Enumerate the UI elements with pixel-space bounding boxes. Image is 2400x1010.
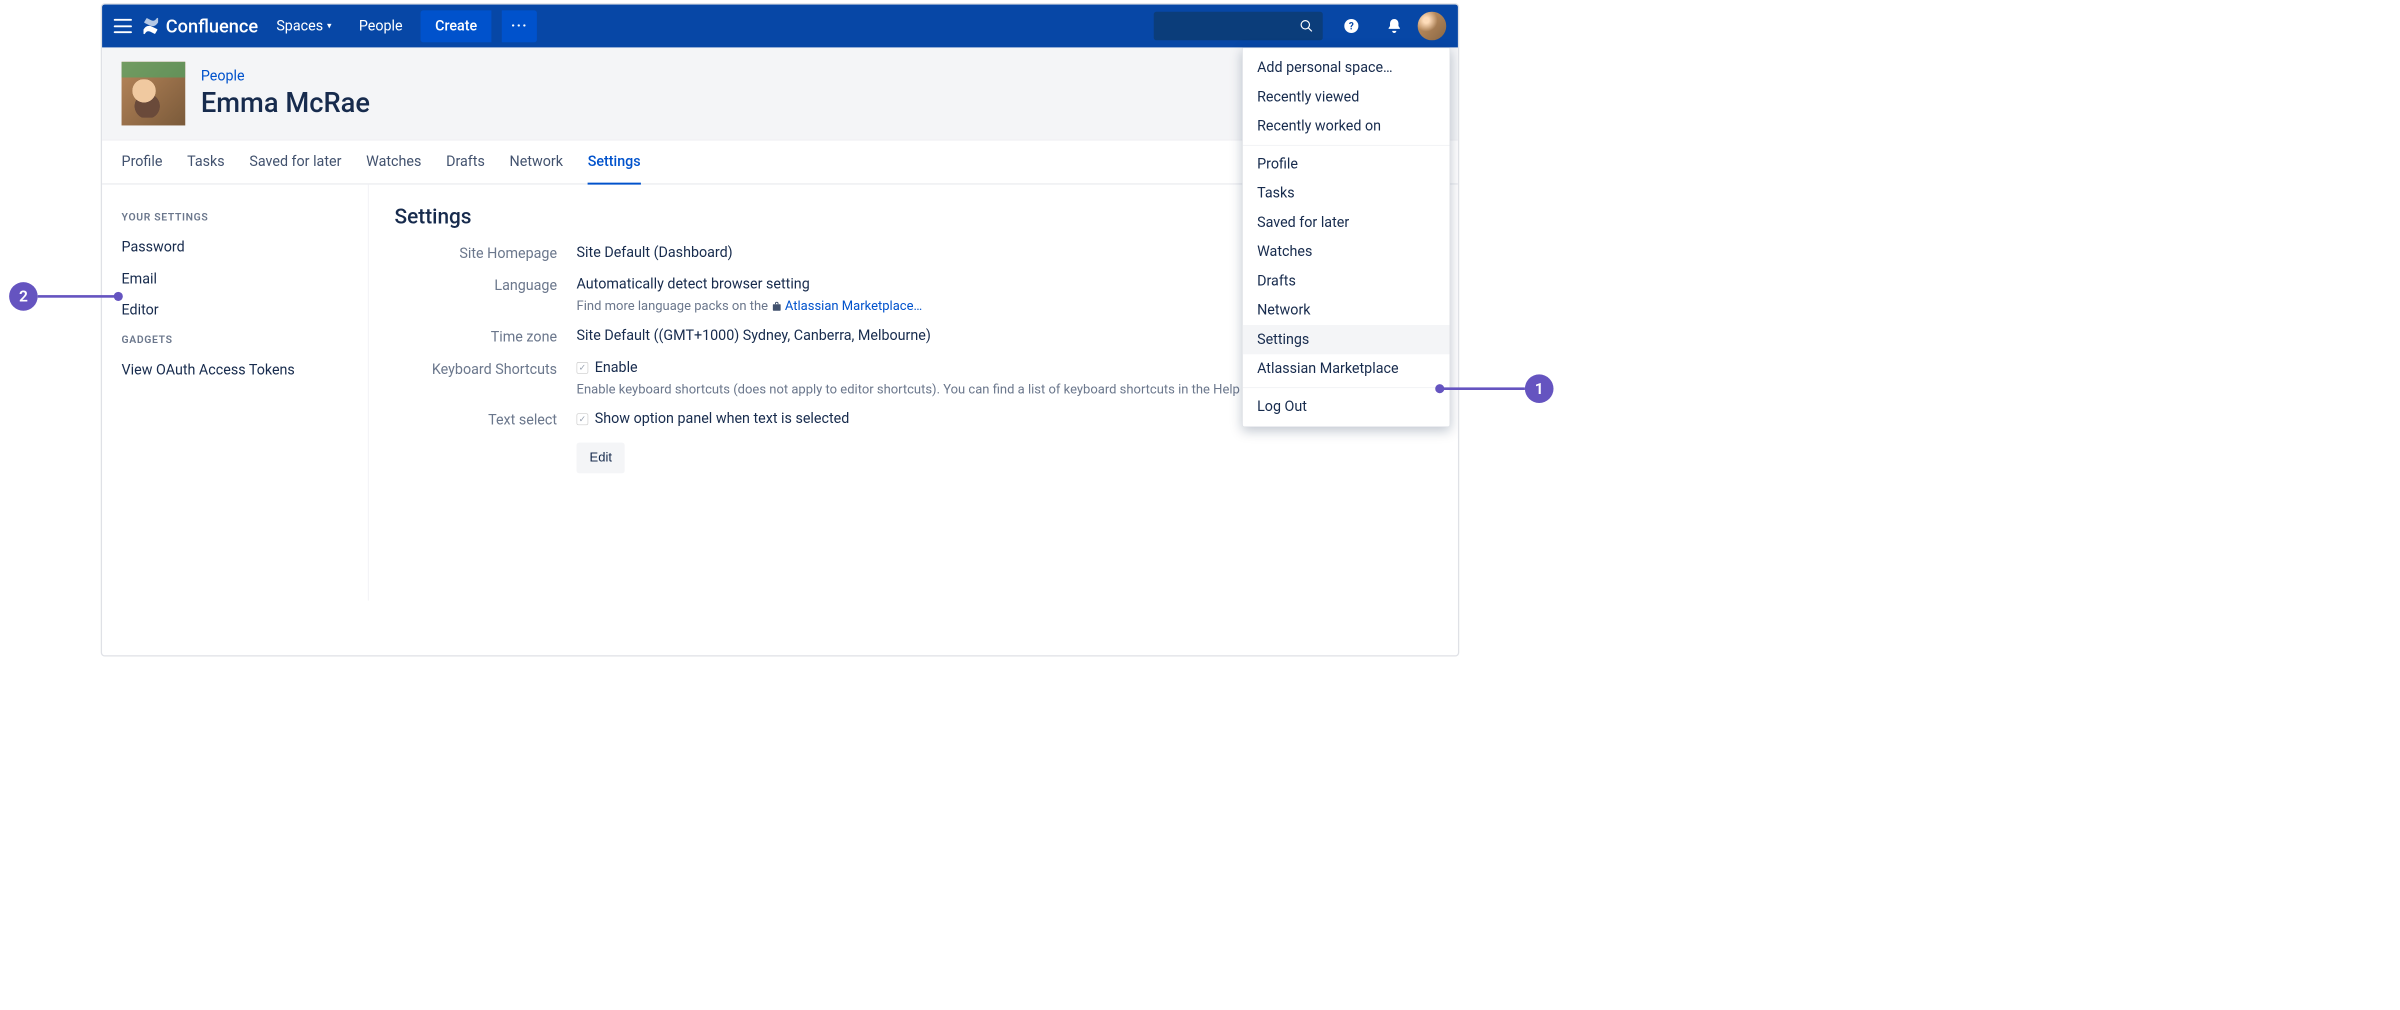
callout-line-1: [1444, 387, 1525, 390]
tab-drafts[interactable]: Drafts: [446, 140, 485, 183]
settings-sidebar: YOUR SETTINGS Password Email Editor GADG…: [102, 185, 369, 601]
dd-profile[interactable]: Profile: [1243, 150, 1450, 179]
sidebar-oauth[interactable]: View OAuth Access Tokens: [122, 355, 349, 387]
search-icon: [1299, 19, 1313, 33]
dd-logout[interactable]: Log Out: [1243, 392, 1450, 421]
label-site-homepage: Site Homepage: [395, 244, 558, 262]
callout-dot-1: [1435, 384, 1444, 393]
dd-tasks[interactable]: Tasks: [1243, 179, 1450, 208]
create-more-button[interactable]: ···: [502, 10, 537, 42]
dd-marketplace[interactable]: Atlassian Marketplace: [1243, 354, 1450, 383]
dd-drafts[interactable]: Drafts: [1243, 267, 1450, 296]
tab-saved[interactable]: Saved for later: [249, 140, 341, 183]
checkbox-shortcuts: ✓: [577, 362, 589, 374]
callout-badge-1: 1: [1525, 374, 1554, 403]
search-input[interactable]: [1154, 12, 1323, 41]
dd-watches[interactable]: Watches: [1243, 237, 1450, 266]
dd-recently-viewed[interactable]: Recently viewed: [1243, 83, 1450, 112]
label-text-select: Text select: [395, 411, 558, 429]
callout-dot-2: [114, 292, 123, 301]
sidebar-email[interactable]: Email: [122, 264, 349, 296]
tab-network[interactable]: Network: [510, 140, 563, 183]
help-button[interactable]: ?: [1337, 12, 1366, 41]
edit-button[interactable]: Edit: [577, 443, 625, 474]
sidebar-heading-gadgets: GADGETS: [122, 333, 349, 345]
callout-line-2: [38, 295, 115, 298]
bell-icon: [1386, 18, 1403, 35]
svg-text:?: ?: [1349, 22, 1354, 33]
label-timezone: Time zone: [395, 328, 558, 346]
app-frame: Confluence Spaces ▾ People Create ··· ?: [101, 3, 1460, 656]
callout-badge-2: 2: [9, 282, 38, 311]
marketplace-link[interactable]: Atlassian Marketplace…: [785, 298, 922, 314]
label-language: Language: [395, 276, 558, 294]
dd-settings[interactable]: Settings: [1243, 325, 1450, 354]
dd-separator: [1243, 145, 1450, 146]
breadcrumb-people[interactable]: People: [201, 68, 245, 84]
topbar: Confluence Spaces ▾ People Create ··· ?: [102, 5, 1458, 48]
sidebar-password[interactable]: Password: [122, 232, 349, 264]
help-icon: ?: [1343, 18, 1360, 35]
tab-settings[interactable]: Settings: [588, 140, 641, 184]
nav-spaces[interactable]: Spaces ▾: [267, 13, 340, 40]
create-button[interactable]: Create: [421, 10, 492, 42]
app-switcher-icon[interactable]: [114, 19, 132, 33]
brand-name: Confluence: [166, 15, 258, 36]
sidebar-heading-your-settings: YOUR SETTINGS: [122, 211, 349, 223]
profile-avatar-button[interactable]: [1418, 12, 1447, 41]
chevron-down-icon: ▾: [327, 21, 332, 31]
dd-recently-worked[interactable]: Recently worked on: [1243, 112, 1450, 141]
profile-avatar: [122, 62, 186, 126]
notifications-button[interactable]: [1380, 12, 1409, 41]
dd-add-personal-space[interactable]: Add personal space…: [1243, 53, 1450, 82]
confluence-icon: [141, 16, 161, 36]
sidebar-editor[interactable]: Editor: [122, 295, 349, 327]
tab-profile[interactable]: Profile: [122, 140, 163, 183]
label-keyboard-shortcuts: Keyboard Shortcuts: [395, 359, 558, 379]
tab-watches[interactable]: Watches: [366, 140, 421, 183]
tab-tasks[interactable]: Tasks: [187, 140, 225, 183]
confluence-logo[interactable]: Confluence: [141, 15, 258, 36]
nav-people[interactable]: People: [350, 13, 412, 40]
checkbox-text-select: ✓: [577, 414, 589, 426]
dd-network[interactable]: Network: [1243, 296, 1450, 325]
marketplace-icon: [771, 301, 781, 311]
profile-name: Emma McRae: [201, 87, 370, 119]
dd-saved[interactable]: Saved for later: [1243, 208, 1450, 237]
dd-separator: [1243, 387, 1450, 388]
profile-dropdown: Add personal space… Recently viewed Rece…: [1242, 47, 1450, 427]
